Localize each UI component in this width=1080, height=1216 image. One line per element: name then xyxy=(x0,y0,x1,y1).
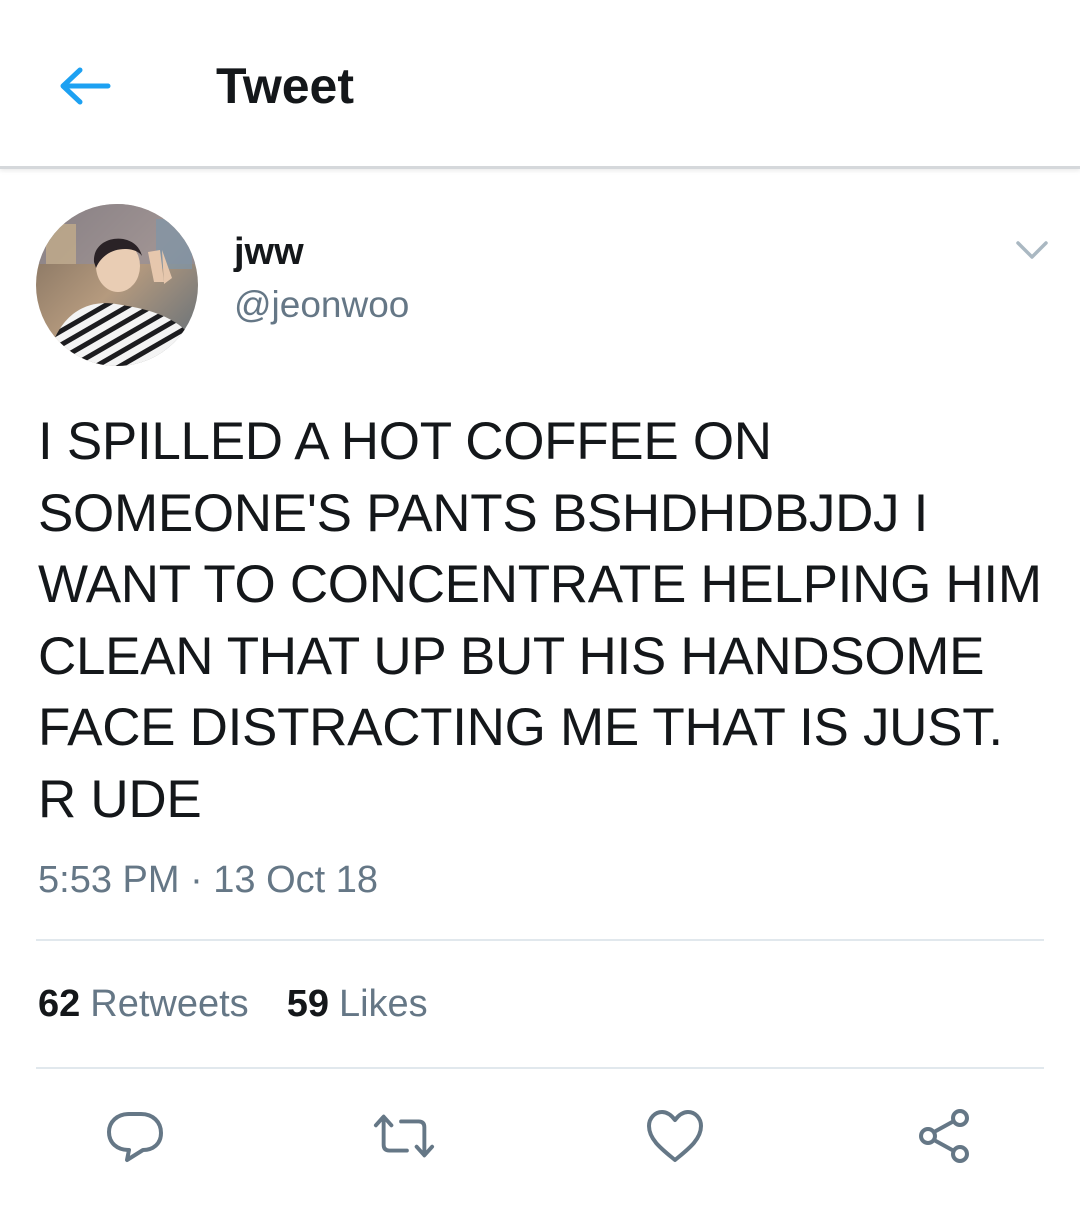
retweets-count: 62 xyxy=(38,983,81,1025)
divider xyxy=(36,1067,1044,1069)
back-button[interactable] xyxy=(52,54,116,118)
retweet-icon xyxy=(373,1114,435,1158)
tweet-text: I SPILLED A HOT COFFEE ON SOMEONE'S PANT… xyxy=(38,412,1042,829)
tweet-stats: 62 Retweets 59 Likes xyxy=(38,980,466,1028)
tweet-timestamp: 5:53 PM · 13 Oct 18 xyxy=(38,859,379,901)
like-button[interactable] xyxy=(643,1104,707,1168)
likes-stat[interactable]: 59 Likes xyxy=(287,980,428,1028)
likes-count: 59 xyxy=(286,983,329,1025)
reply-button[interactable] xyxy=(103,1104,167,1168)
top-bar: Tweet xyxy=(0,0,1080,169)
author-handle[interactable]: @jeonwoo xyxy=(234,282,409,328)
arrow-left-icon xyxy=(60,67,111,105)
retweets-label: Retweets xyxy=(90,983,249,1025)
share-button[interactable] xyxy=(912,1104,976,1168)
avatar[interactable] xyxy=(36,204,198,366)
likes-label: Likes xyxy=(338,983,428,1025)
author-display-name[interactable]: jww xyxy=(234,228,304,276)
retweet-button[interactable] xyxy=(372,1104,436,1168)
page-title: Tweet xyxy=(216,58,354,114)
heart-icon xyxy=(647,1110,703,1162)
avatar-photo xyxy=(36,204,198,366)
tweet-options-button[interactable] xyxy=(1010,228,1054,272)
chevron-down-icon xyxy=(1016,241,1048,259)
reply-icon xyxy=(107,1112,163,1162)
retweets-stat[interactable]: 62 Retweets xyxy=(38,980,249,1028)
share-icon xyxy=(919,1109,969,1163)
divider xyxy=(36,939,1044,941)
